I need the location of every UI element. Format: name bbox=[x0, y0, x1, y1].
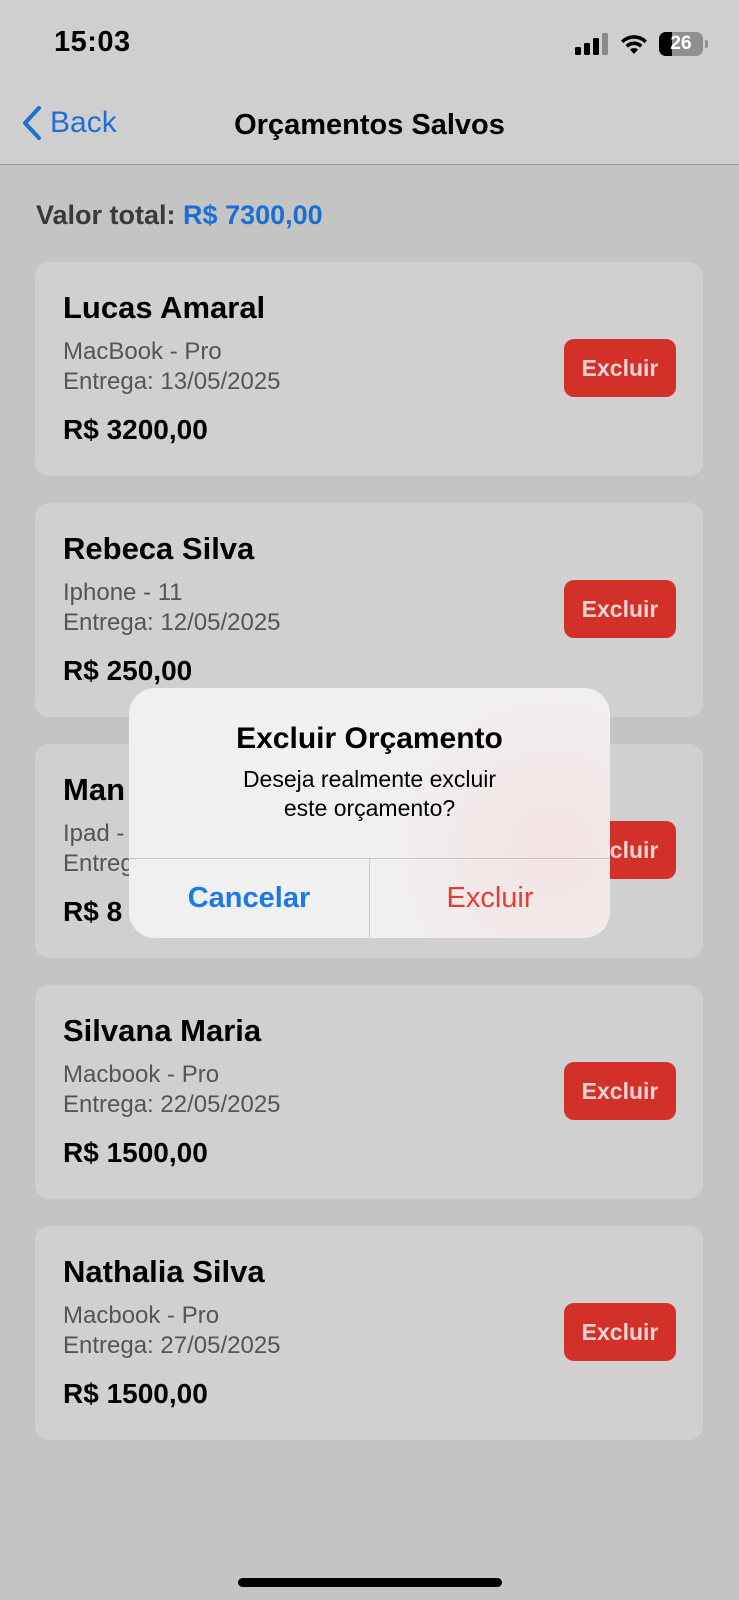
budget-card: Rebeca Silva Iphone - 11 Entrega: 12/05/… bbox=[35, 503, 703, 717]
delivery-date: Entrega: 27/05/2025 bbox=[63, 1332, 281, 1359]
total-value: R$ 7300,00 bbox=[183, 200, 323, 230]
battery-icon: 26 bbox=[659, 32, 709, 56]
delivery-date: Entreg bbox=[63, 850, 134, 877]
client-name: Lucas Amaral bbox=[63, 290, 266, 325]
delivery-date: Entrega: 12/05/2025 bbox=[63, 609, 281, 636]
delete-button[interactable]: Excluir bbox=[564, 1062, 676, 1120]
client-name: Man bbox=[63, 772, 125, 807]
delivery-date: Entrega: 13/05/2025 bbox=[63, 368, 281, 395]
device-model: Macbook - Pro bbox=[63, 1302, 220, 1329]
signal-icon bbox=[575, 33, 608, 55]
dialog-title: Excluir Orçamento bbox=[236, 722, 503, 755]
battery-level: 26 bbox=[670, 33, 692, 54]
client-name: Rebeca Silva bbox=[63, 531, 255, 566]
delivery-date: Entrega: 22/05/2025 bbox=[63, 1091, 281, 1118]
budget-card: Lucas Amaral MacBook - Pro Entrega: 13/0… bbox=[35, 262, 703, 476]
home-indicator bbox=[238, 1578, 502, 1587]
dialog-message: Deseja realmente excluir este orçamento? bbox=[242, 766, 497, 821]
delete-button[interactable]: Excluir bbox=[564, 580, 676, 638]
budget-price: R$ 3200,00 bbox=[63, 414, 208, 445]
device-model: Iphone - 11 bbox=[63, 579, 183, 606]
total-summary: Valor total: R$ 7300,00 bbox=[36, 200, 323, 231]
budget-card: Silvana Maria Macbook - Pro Entrega: 22/… bbox=[35, 985, 703, 1199]
delete-button[interactable]: Excluir bbox=[564, 339, 676, 397]
budget-price: R$ 250,00 bbox=[63, 655, 193, 686]
client-name: Silvana Maria bbox=[63, 1013, 262, 1048]
budget-price: R$ 8 bbox=[63, 896, 123, 927]
confirm-delete-button[interactable]: Excluir bbox=[370, 859, 610, 938]
budget-price: R$ 1500,00 bbox=[63, 1137, 208, 1168]
status-icons: 26 bbox=[575, 32, 709, 56]
device-model: Ipad - bbox=[63, 820, 125, 847]
device-model: MacBook - Pro bbox=[63, 338, 222, 365]
status-bar: 15:03 26 bbox=[0, 0, 739, 90]
client-name: Nathalia Silva bbox=[63, 1254, 265, 1289]
page-title: Orçamentos Salvos bbox=[234, 109, 505, 141]
status-time: 15:03 bbox=[54, 26, 131, 58]
navigation-bar: Back Orçamentos Salvos bbox=[0, 90, 739, 165]
total-label: Valor total: bbox=[36, 200, 176, 230]
delete-button[interactable]: Excluir bbox=[564, 1303, 676, 1361]
wifi-icon bbox=[621, 35, 647, 54]
delete-confirmation-dialog: Excluir Orçamento Deseja realmente exclu… bbox=[129, 688, 610, 938]
device-model: Macbook - Pro bbox=[63, 1061, 220, 1088]
budget-price: R$ 1500,00 bbox=[63, 1378, 208, 1409]
budget-card: Nathalia Silva Macbook - Pro Entrega: 27… bbox=[35, 1226, 703, 1440]
cancel-button[interactable]: Cancelar bbox=[129, 859, 369, 938]
